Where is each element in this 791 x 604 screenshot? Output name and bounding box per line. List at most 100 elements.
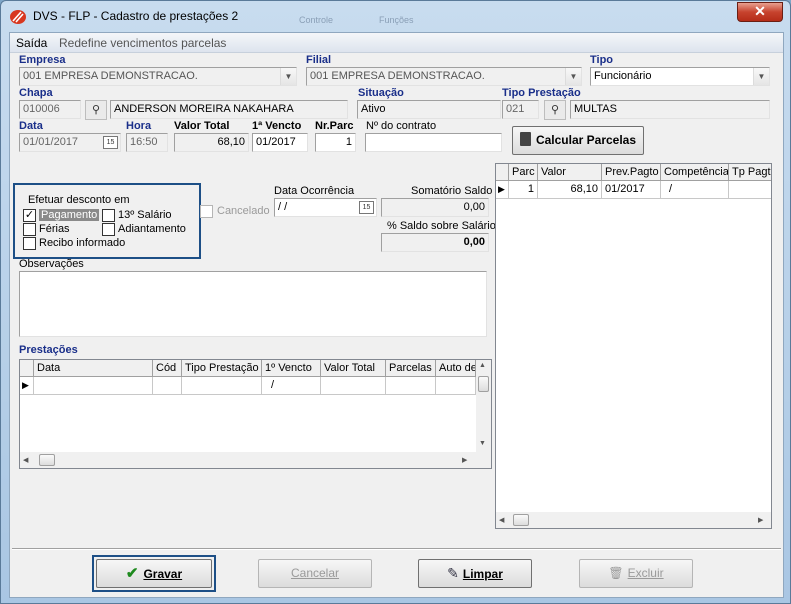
col-competencia[interactable]: Competência [661, 164, 729, 181]
horizontal-scrollbar[interactable]: ◀ ▶ [496, 512, 771, 528]
decimo-terceiro-label: 13º Salário [118, 209, 172, 221]
efetuar-desconto-title: Efetuar desconto em [28, 194, 130, 206]
empresa-value: 001 EMPRESA DEMONSTRACAO. [23, 70, 198, 82]
table-cell[interactable]: / [262, 377, 321, 395]
data-ocorrencia-label: Data Ocorrência [274, 185, 355, 197]
data-field[interactable]: 01/01/2017 15 [19, 133, 121, 152]
filial-select[interactable]: 001 EMPRESA DEMONSTRACAO. ▼ [306, 67, 582, 86]
menu-saida[interactable]: Saída [16, 36, 47, 50]
chevron-down-icon: ▼ [565, 68, 581, 85]
table-cell[interactable] [153, 377, 182, 395]
gravar-button[interactable]: ✔ Gravar [96, 559, 212, 588]
cancelado-checkbox[interactable] [200, 205, 213, 218]
menu-bar: Saída Redefine vencimentos parcelas [10, 33, 783, 53]
tipo-select[interactable]: Funcionário ▼ [590, 67, 770, 86]
prestacoes-grid: Data Cód Tipo Prestação 1º Vencto Valor … [19, 359, 492, 469]
calculator-icon [519, 132, 531, 146]
recibo-informado-label: Recibo informado [39, 237, 126, 249]
limpar-button[interactable]: ✎ Limpar [418, 559, 532, 588]
saldo-salario-field: 0,00 [381, 233, 489, 252]
observacoes-label: Observações [19, 258, 84, 270]
saldo-salario-label: % Saldo sobre Salário [387, 220, 496, 232]
valor-total-label: Valor Total [174, 120, 230, 132]
col-prev-pagto[interactable]: Prev.Pagto [602, 164, 661, 181]
scroll-thumb[interactable] [478, 376, 489, 392]
table-cell[interactable] [386, 377, 436, 395]
scroll-left-icon[interactable]: ◀ [499, 516, 504, 524]
scroll-down-icon[interactable]: ▼ [479, 440, 486, 447]
excluir-label: Excluir [627, 566, 664, 580]
nr-parc-field[interactable]: 1 [315, 133, 356, 152]
title-bar: DVS - FLP - Cadastro de prestações 2 Con… [1, 1, 790, 32]
data-ocorrencia-field[interactable]: / / 15 [274, 198, 377, 217]
table-cell[interactable] [34, 377, 153, 395]
table-cell[interactable]: / [661, 181, 729, 199]
eraser-icon: ✎ [447, 565, 459, 581]
parcelas-grid: Parc Valor Prev.Pagto Competência Tp Pag… [495, 163, 772, 529]
ghost-label-2: Funções [379, 15, 414, 25]
scroll-left-icon[interactable]: ◀ [23, 456, 28, 464]
binoculars-icon[interactable]: ⚲ [544, 100, 566, 120]
cancelar-button[interactable]: Cancelar [258, 559, 372, 588]
chevron-down-icon: ▼ [280, 68, 296, 85]
table-cell[interactable] [436, 377, 476, 395]
situacao-field: Ativo [357, 100, 501, 119]
empresa-select[interactable]: 001 EMPRESA DEMONSTRACAO. ▼ [19, 67, 297, 86]
table-cell[interactable]: 68,10 [538, 181, 602, 199]
window-title: DVS - FLP - Cadastro de prestações 2 [33, 9, 239, 23]
scroll-right-icon[interactable]: ▶ [758, 516, 763, 524]
table-cell[interactable]: 01/2017 [602, 181, 661, 199]
tipo-label: Tipo [590, 54, 614, 66]
menu-redefine-vencimentos[interactable]: Redefine vencimentos parcelas [59, 36, 226, 50]
row-indicator: ▶ [496, 181, 509, 199]
col-data[interactable]: Data [34, 360, 153, 377]
col-tp-pagt[interactable]: Tp Pagt [729, 164, 771, 181]
observacoes-textarea[interactable] [19, 271, 487, 337]
chapa-code-field[interactable]: 010006 [19, 100, 81, 119]
close-button[interactable]: ✕ [737, 2, 783, 22]
calcular-parcelas-button[interactable]: Calcular Parcelas [512, 126, 644, 155]
binoculars-icon[interactable]: ⚲ [85, 100, 107, 120]
chevron-down-icon: ▼ [753, 68, 769, 85]
recibo-informado-checkbox[interactable] [23, 237, 36, 250]
situacao-label: Situação [358, 87, 404, 99]
table-cell[interactable]: 1 [509, 181, 538, 199]
pagamento-checkbox[interactable]: ✓ [23, 209, 36, 222]
prestacoes-label: Prestações [19, 344, 78, 356]
col-valor-total[interactable]: Valor Total [321, 360, 386, 377]
table-cell[interactable] [182, 377, 262, 395]
decimo-terceiro-checkbox[interactable] [102, 209, 115, 222]
chapa-label: Chapa [19, 87, 53, 99]
col-auto-de[interactable]: Auto de [436, 360, 476, 377]
vertical-scrollbar[interactable]: ▲ ▼ [476, 360, 491, 452]
adiantamento-checkbox[interactable] [102, 223, 115, 236]
scroll-thumb[interactable] [513, 514, 529, 526]
table-cell[interactable] [729, 181, 771, 199]
scroll-up-icon[interactable]: ▲ [479, 362, 486, 369]
tipo-prestacao-code-field[interactable]: 021 [502, 100, 539, 119]
col-parcelas[interactable]: Parcelas [386, 360, 436, 377]
cancelar-label: Cancelar [290, 566, 340, 580]
col-cod[interactable]: Cód [153, 360, 182, 377]
calendar-icon[interactable]: 15 [359, 201, 374, 214]
primeiro-vencto-field[interactable]: 01/2017 [252, 133, 308, 152]
nr-contrato-field[interactable] [365, 133, 502, 152]
valor-total-field[interactable]: 68,10 [174, 133, 249, 152]
col-tipo-prestacao[interactable]: Tipo Prestação [182, 360, 262, 377]
somatorio-saldo-label: Somatório Saldo [411, 185, 493, 197]
horizontal-scrollbar[interactable]: ◀ ▶ [20, 452, 491, 468]
hora-field[interactable]: 16:50 [126, 133, 168, 152]
pagamento-label: Pagamento [39, 209, 100, 221]
check-icon: ✔ [125, 565, 139, 582]
col-parc[interactable]: Parc [509, 164, 538, 181]
ferias-checkbox[interactable] [23, 223, 36, 236]
col-primeiro-vencto[interactable]: 1º Vencto [262, 360, 321, 377]
grid-indicator-header [20, 360, 34, 377]
col-valor[interactable]: Valor [538, 164, 602, 181]
scroll-right-icon[interactable]: ▶ [462, 456, 467, 464]
excluir-button[interactable]: 🗑 Excluir [579, 559, 693, 588]
client-area: Saída Redefine vencimentos parcelas Empr… [9, 32, 784, 598]
table-cell[interactable] [321, 377, 386, 395]
scroll-thumb[interactable] [39, 454, 55, 466]
calendar-icon[interactable]: 15 [103, 136, 118, 149]
